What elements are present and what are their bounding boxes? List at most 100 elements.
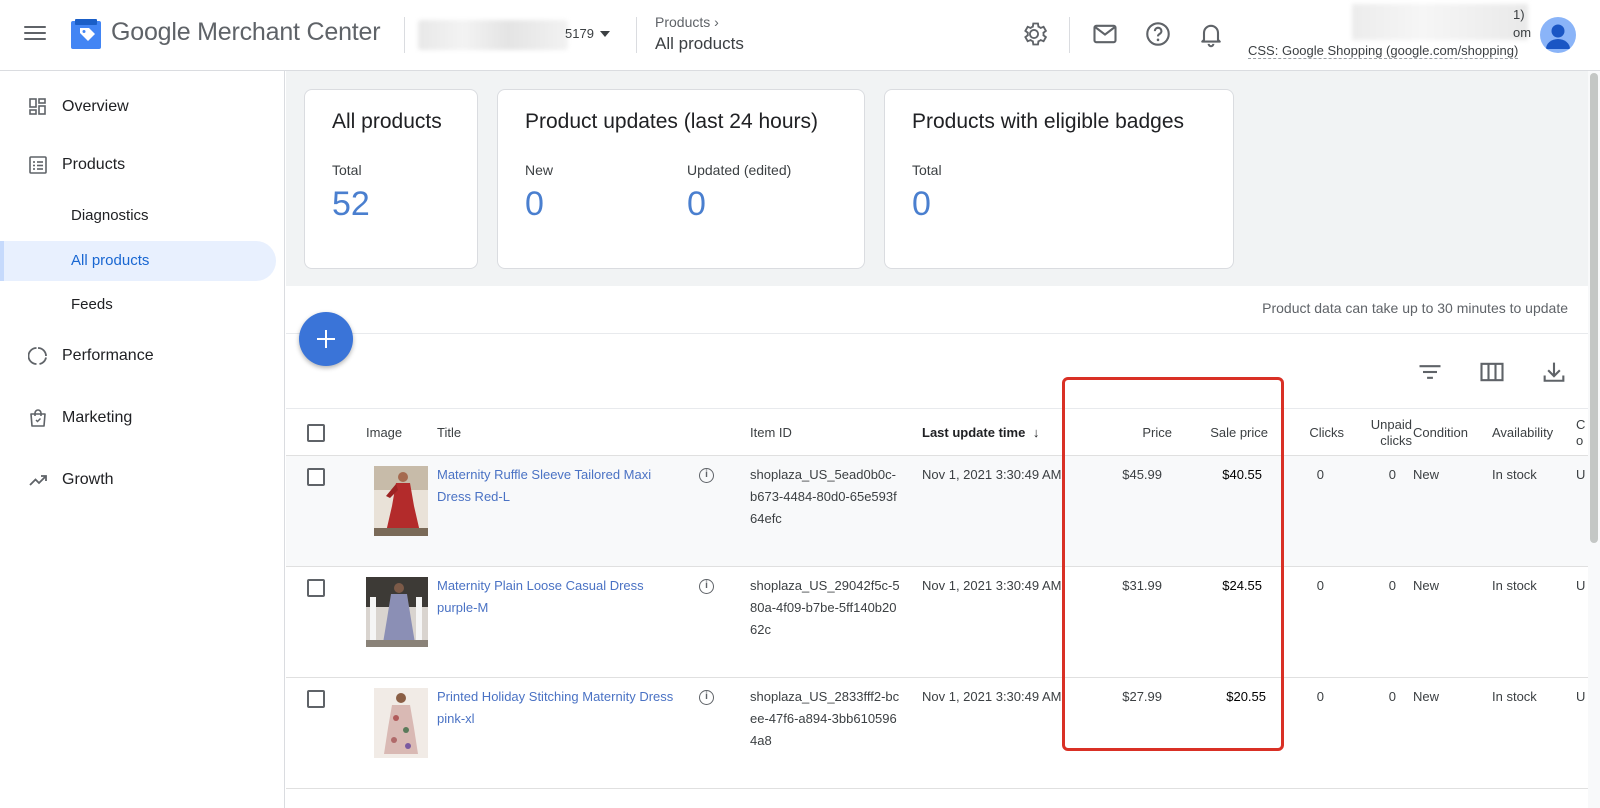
unpaid-clicks: 0 bbox=[1388, 467, 1396, 482]
product-updates-card: Product updates (last 24 hours) New 0 Up… bbox=[497, 89, 865, 269]
column-last-update[interactable]: Last update time ↓ bbox=[922, 425, 1039, 440]
nav-performance-label: Performance bbox=[62, 347, 154, 364]
column-truncated[interactable]: C bbox=[1576, 417, 1585, 432]
sale-price: $20.55 bbox=[1226, 689, 1266, 704]
mail-icon[interactable] bbox=[1091, 20, 1119, 48]
notifications-icon[interactable] bbox=[1197, 20, 1225, 48]
price: $31.99 bbox=[1122, 578, 1162, 593]
nav-all-products-label: All products bbox=[71, 252, 150, 269]
condition: New bbox=[1413, 467, 1440, 482]
card-label: Total bbox=[332, 162, 362, 178]
card-value: 0 bbox=[525, 185, 544, 223]
nav-diagnostics[interactable]: Diagnostics bbox=[0, 196, 276, 236]
nav-products[interactable]: Products bbox=[0, 145, 276, 185]
main-menu-icon[interactable] bbox=[22, 22, 48, 48]
product-title-link[interactable]: Maternity Plain Loose Casual Dress purpl… bbox=[437, 575, 667, 619]
update-delay-note: Product data can take up to 30 minutes t… bbox=[1262, 300, 1568, 316]
last-update-time: Nov 1, 2021 3:30:49 AM bbox=[922, 578, 1062, 593]
column-truncated-line2: o bbox=[1576, 433, 1584, 448]
marketing-icon bbox=[30, 409, 46, 427]
column-price[interactable]: Price bbox=[1108, 425, 1172, 440]
table-row[interactable]: Maternity Plain Loose Casual Dress purpl… bbox=[286, 567, 1588, 678]
item-id: shoplaza_US_29042f5c-580a-4f09-b7be-5ff1… bbox=[750, 578, 900, 637]
clicks: 0 bbox=[1316, 467, 1324, 482]
column-item-id[interactable]: Item ID bbox=[750, 425, 792, 440]
account-avatar-icon bbox=[1546, 24, 1570, 49]
nav-all-products[interactable]: All products bbox=[0, 241, 276, 281]
card-value: 52 bbox=[332, 185, 370, 223]
column-sale-price[interactable]: Sale price bbox=[1186, 425, 1268, 440]
user-name-fragment: 1) bbox=[1513, 7, 1525, 22]
account-dropdown-icon[interactable] bbox=[600, 31, 610, 37]
user-info-redacted bbox=[1352, 4, 1528, 40]
app-title: Google Merchant Center bbox=[111, 18, 381, 46]
column-last-update-label: Last update time bbox=[922, 425, 1026, 440]
nav-performance[interactable]: Performance bbox=[0, 336, 276, 376]
condition: New bbox=[1413, 689, 1440, 704]
card-title: All products bbox=[332, 110, 442, 133]
breadcrumb-parent[interactable]: Products › bbox=[655, 14, 719, 30]
info-icon[interactable]: i bbox=[699, 468, 714, 483]
table-header: Image Title Item ID Last update time ↓ P… bbox=[286, 408, 1588, 456]
download-icon[interactable] bbox=[1540, 358, 1568, 386]
table-row[interactable]: Maternity Ruffle Sleeve Tailored Maxi Dr… bbox=[286, 456, 1588, 567]
card-title: Products with eligible badges bbox=[912, 110, 1184, 133]
divider bbox=[286, 333, 1588, 334]
product-image bbox=[374, 466, 428, 536]
availability: In stock bbox=[1492, 578, 1537, 593]
column-clicks[interactable]: Clicks bbox=[1286, 425, 1344, 440]
card-value: 0 bbox=[687, 185, 706, 223]
product-image bbox=[366, 577, 428, 647]
nav-products-label: Products bbox=[62, 156, 126, 173]
nav-marketing-label: Marketing bbox=[62, 409, 133, 426]
nav-feeds-label: Feeds bbox=[71, 296, 113, 313]
add-product-button[interactable] bbox=[299, 312, 353, 366]
row-checkbox[interactable] bbox=[307, 468, 325, 486]
nav-overview[interactable]: Overview bbox=[0, 87, 276, 127]
product-title-link[interactable]: Maternity Ruffle Sleeve Tailored Maxi Dr… bbox=[437, 464, 667, 508]
nav-marketing[interactable]: Marketing bbox=[0, 398, 276, 438]
help-icon[interactable] bbox=[1144, 20, 1172, 48]
css-provider-link[interactable]: CSS: Google Shopping (google.com/shoppin… bbox=[1248, 43, 1519, 59]
last-update-time: Nov 1, 2021 3:30:49 AM bbox=[922, 689, 1062, 704]
row-checkbox[interactable] bbox=[307, 579, 325, 597]
scrollbar-thumb[interactable] bbox=[1590, 73, 1598, 543]
avatar[interactable] bbox=[1540, 17, 1576, 53]
settings-icon[interactable] bbox=[1020, 20, 1048, 48]
last-update-time: Nov 1, 2021 3:30:49 AM bbox=[922, 467, 1062, 482]
divider bbox=[636, 17, 637, 53]
nav-growth-label: Growth bbox=[62, 471, 114, 488]
nav-overview-label: Overview bbox=[62, 98, 129, 115]
chevron-right-icon: › bbox=[714, 14, 719, 30]
filter-icon[interactable] bbox=[1416, 358, 1444, 386]
truncated-cell: U bbox=[1576, 578, 1586, 593]
badges-card: Products with eligible badges Total 0 bbox=[884, 89, 1234, 269]
clicks: 0 bbox=[1316, 689, 1324, 704]
row-checkbox[interactable] bbox=[307, 690, 325, 708]
columns-icon[interactable] bbox=[1478, 358, 1506, 386]
products-icon bbox=[29, 156, 47, 174]
account-id[interactable]: 5179 bbox=[565, 26, 594, 41]
product-image bbox=[374, 688, 428, 758]
nav-growth[interactable]: Growth bbox=[0, 460, 276, 500]
column-availability[interactable]: Availability bbox=[1492, 425, 1553, 440]
product-title-link[interactable]: Printed Holiday Stitching Maternity Dres… bbox=[437, 686, 689, 730]
info-icon[interactable]: i bbox=[699, 579, 714, 594]
account-name-redacted[interactable] bbox=[418, 20, 568, 50]
nav-feeds[interactable]: Feeds bbox=[0, 285, 276, 325]
availability: In stock bbox=[1492, 689, 1537, 704]
column-condition[interactable]: Condition bbox=[1413, 425, 1468, 440]
availability: In stock bbox=[1492, 467, 1537, 482]
select-all-checkbox[interactable] bbox=[307, 424, 325, 442]
column-unpaid-clicks[interactable]: Unpaid bbox=[1346, 417, 1412, 432]
divider bbox=[1069, 17, 1070, 53]
info-icon[interactable]: i bbox=[699, 690, 714, 705]
overview-icon bbox=[29, 98, 46, 115]
price: $27.99 bbox=[1122, 689, 1162, 704]
main-content: All products Total 52 Product updates (l… bbox=[286, 71, 1588, 808]
side-navigation: Overview Products Diagnostics All produc… bbox=[0, 71, 285, 808]
table-row[interactable]: Printed Holiday Stitching Maternity Dres… bbox=[286, 678, 1588, 789]
column-title[interactable]: Title bbox=[437, 425, 461, 440]
column-image: Image bbox=[366, 425, 403, 440]
divider bbox=[404, 17, 405, 53]
